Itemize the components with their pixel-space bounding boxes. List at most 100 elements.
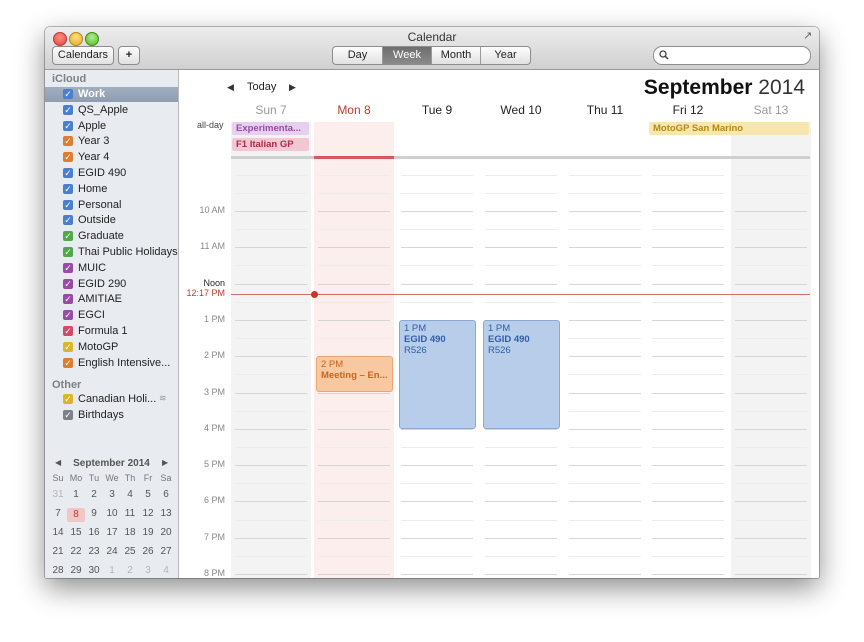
mini-day[interactable]: 2 <box>121 565 139 576</box>
calendar-item[interactable]: ✓ Work <box>45 87 178 102</box>
checkbox[interactable]: ✓ <box>63 120 73 131</box>
mini-day[interactable]: 3 <box>139 565 157 576</box>
add-event-button[interactable]: + <box>118 46 140 65</box>
calendar-item[interactable]: ✓ MUIC <box>45 261 178 276</box>
calendar-event[interactable]: 1 PM EGID 490 R526 <box>399 320 476 429</box>
calendar-event[interactable]: 2 PM Meeting – En... <box>316 356 393 392</box>
calendar-item[interactable]: ✓ Apple <box>45 119 178 134</box>
view-tab-week[interactable]: Week <box>383 47 432 64</box>
day-column[interactable] <box>231 122 311 578</box>
mini-day[interactable]: 5 <box>139 489 157 500</box>
mini-day[interactable]: 15 <box>67 527 85 538</box>
mini-day[interactable]: 24 <box>103 546 121 557</box>
day-column[interactable] <box>731 122 811 578</box>
day-column[interactable] <box>648 122 728 578</box>
day-header[interactable]: Sat 13 <box>729 103 813 117</box>
mini-day[interactable]: 31 <box>49 489 67 500</box>
checkbox[interactable]: ✓ <box>63 410 73 420</box>
calendar-item[interactable]: ✓ EGID 290 <box>45 277 178 292</box>
mini-day[interactable]: 14 <box>49 527 67 538</box>
checkbox[interactable]: ✓ <box>63 394 73 404</box>
checkbox[interactable]: ✓ <box>63 89 73 99</box>
allday-event[interactable]: MotoGP San Marino <box>649 122 809 135</box>
mini-day[interactable]: 17 <box>103 527 121 538</box>
view-tab-month[interactable]: Month <box>432 47 481 64</box>
mini-day[interactable]: 11 <box>121 508 139 519</box>
view-tab-year[interactable]: Year <box>481 47 530 64</box>
checkbox[interactable]: ✓ <box>63 341 73 352</box>
mini-day[interactable]: 8 <box>67 508 85 522</box>
mini-day[interactable]: 30 <box>85 565 103 576</box>
calendar-item[interactable]: ✓ Outside <box>45 213 178 228</box>
today-button[interactable]: Today <box>247 81 276 93</box>
mini-day[interactable]: 20 <box>157 527 175 538</box>
mini-day[interactable]: 19 <box>139 527 157 538</box>
calendar-item[interactable]: ✓ Thai Public Holidays <box>45 245 178 260</box>
next-week-icon[interactable]: ▶ <box>289 82 296 93</box>
day-header[interactable]: Sun 7 <box>229 103 313 117</box>
mini-day[interactable]: 12 <box>139 508 157 519</box>
mini-day[interactable]: 9 <box>85 508 103 519</box>
checkbox[interactable]: ✓ <box>63 152 73 163</box>
mini-day[interactable]: 23 <box>85 546 103 557</box>
calendar-item[interactable]: ✓ Home <box>45 182 178 197</box>
day-header[interactable]: Tue 9 <box>395 103 479 117</box>
calendar-item[interactable]: ✓ AMITIAE <box>45 292 178 307</box>
mini-day[interactable]: 29 <box>67 565 85 576</box>
calendar-item[interactable]: ✓ Graduate <box>45 229 178 244</box>
mini-day[interactable]: 1 <box>103 565 121 576</box>
calendar-event[interactable]: 1 PM EGID 490 R526 <box>483 320 560 429</box>
calendar-item[interactable]: ✓ English Intensive... <box>45 356 178 371</box>
day-header[interactable]: Wed 10 <box>479 103 563 117</box>
checkbox[interactable]: ✓ <box>63 231 73 242</box>
calendar-item[interactable]: ✓ Formula 1 <box>45 324 178 339</box>
calendar-item[interactable]: ✓ Year 4 <box>45 150 178 165</box>
checkbox[interactable]: ✓ <box>63 199 73 210</box>
mini-day[interactable]: 27 <box>157 546 175 557</box>
mini-day[interactable]: 4 <box>121 489 139 500</box>
checkbox[interactable]: ✓ <box>63 278 73 289</box>
checkbox[interactable]: ✓ <box>63 215 73 226</box>
calendar-item[interactable]: ✓ Canadian Holi... ≋ <box>45 392 178 407</box>
calendar-item[interactable]: ✓ Birthdays <box>45 408 178 423</box>
mini-day[interactable]: 26 <box>139 546 157 557</box>
mini-day[interactable]: 22 <box>67 546 85 557</box>
view-tab-day[interactable]: Day <box>333 47 383 64</box>
mini-day[interactable]: 10 <box>103 508 121 519</box>
day-column[interactable] <box>314 122 394 578</box>
calendar-item[interactable]: ✓ Personal <box>45 198 178 213</box>
calendar-item[interactable]: ✓ MotoGP <box>45 340 178 355</box>
mini-day[interactable]: 6 <box>157 489 175 500</box>
search-field[interactable] <box>653 46 811 65</box>
allday-event[interactable]: Experimenta... <box>232 122 309 135</box>
checkbox[interactable]: ✓ <box>63 310 73 321</box>
mini-day[interactable]: 7 <box>49 508 67 519</box>
mini-day[interactable]: 28 <box>49 565 67 576</box>
checkbox[interactable]: ✓ <box>63 168 73 178</box>
mini-day[interactable]: 18 <box>121 527 139 538</box>
mini-day[interactable]: 21 <box>49 546 67 557</box>
mini-day[interactable]: 2 <box>85 489 103 500</box>
mini-day[interactable]: 1 <box>67 489 85 500</box>
mini-day[interactable]: 13 <box>157 508 175 519</box>
day-header[interactable]: Fri 12 <box>646 103 730 117</box>
calendar-item[interactable]: ✓ QS_Apple <box>45 103 178 118</box>
fullscreen-icon[interactable]: ↗ <box>803 31 813 42</box>
checkbox[interactable]: ✓ <box>63 136 73 147</box>
prev-week-icon[interactable]: ◀ <box>227 82 234 93</box>
checkbox[interactable]: ✓ <box>63 104 73 115</box>
mini-day[interactable]: 25 <box>121 546 139 557</box>
day-column[interactable] <box>565 122 645 578</box>
checkbox[interactable]: ✓ <box>63 262 73 273</box>
calendar-item[interactable]: ✓ EGCI <box>45 308 178 323</box>
checkbox[interactable]: ✓ <box>63 357 73 368</box>
mini-day[interactable]: 4 <box>157 565 175 576</box>
mini-next-icon[interactable]: ▶ <box>162 458 168 467</box>
checkbox[interactable]: ✓ <box>63 326 73 336</box>
mini-day[interactable]: 16 <box>85 527 103 538</box>
calendar-item[interactable]: ✓ EGID 490 <box>45 166 178 181</box>
day-header[interactable]: Mon 8 <box>312 103 396 117</box>
allday-event[interactable]: F1 Italian GP <box>232 138 309 151</box>
calendars-button[interactable]: Calendars <box>52 46 114 65</box>
checkbox[interactable]: ✓ <box>63 247 73 257</box>
